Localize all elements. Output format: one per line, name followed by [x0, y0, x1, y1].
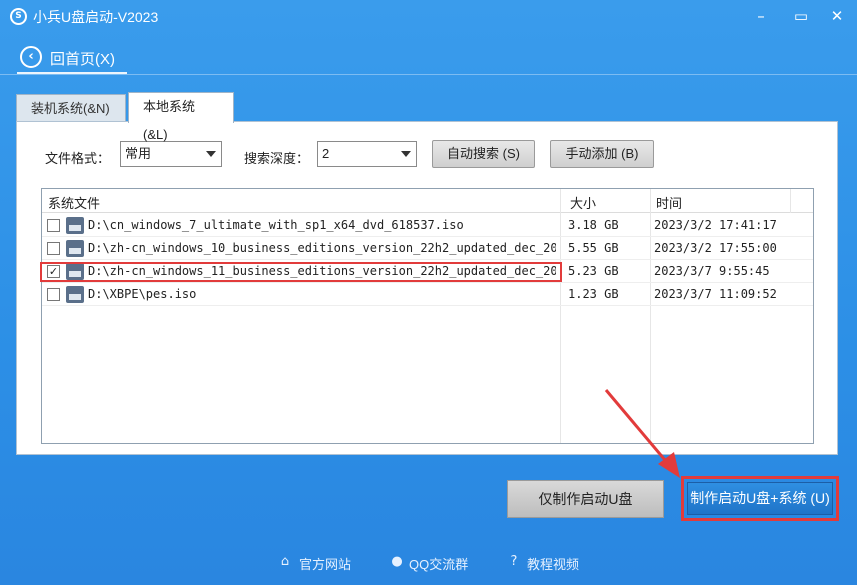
header-divider: [0, 74, 857, 75]
column-header-size[interactable]: 大小: [570, 193, 596, 212]
file-size: 5.55 GB: [568, 241, 619, 255]
file-time: 2023/3/7 11:09:52: [654, 287, 777, 301]
file-size: 3.18 GB: [568, 218, 619, 232]
minimize-button[interactable]: –: [748, 4, 774, 28]
qq-icon: ●: [391, 554, 403, 569]
list-header: 系统文件 大小 时间: [42, 189, 813, 213]
file-size: 5.23 GB: [568, 264, 619, 278]
column-header-time[interactable]: 时间: [656, 193, 682, 212]
annotation-arrow: [604, 389, 680, 478]
file-time: 2023/3/2 17:41:17: [654, 218, 777, 232]
row-checkbox[interactable]: [47, 242, 60, 255]
depth-label: 搜索深度：: [244, 151, 310, 166]
file-path: D:\zh-cn_windows_10_business_editions_ve…: [88, 241, 556, 255]
column-header-file[interactable]: 系统文件: [48, 193, 100, 212]
back-bar: ‹ 回首页(X): [0, 34, 857, 78]
official-site-link[interactable]: 官方网站: [299, 554, 351, 573]
make-boot-usb-only-button[interactable]: 仅制作启动U盘: [507, 480, 664, 518]
tab-install-system[interactable]: 装机系统(&N): [16, 94, 126, 122]
make-button-highlight: 制作启动U盘+系统 (U): [681, 476, 839, 521]
window-title: 小兵U盘启动-V2023: [33, 9, 159, 25]
manual-add-button[interactable]: 手动添加 (B): [550, 140, 654, 168]
column-divider: [790, 189, 791, 213]
depth-select-value: 2: [322, 146, 330, 161]
app-logo-icon: S: [10, 8, 27, 25]
back-home-link[interactable]: 回首页(X): [50, 48, 115, 69]
disk-image-icon: [66, 286, 84, 303]
qq-group-link[interactable]: QQ交流群: [409, 554, 468, 573]
format-select[interactable]: 常用: [120, 141, 222, 167]
chevron-down-icon: [206, 151, 216, 157]
file-path: D:\cn_windows_7_ultimate_with_sp1_x64_dv…: [88, 218, 464, 232]
disk-image-icon: [66, 240, 84, 257]
row-checkbox[interactable]: [47, 288, 60, 301]
tutorial-video-link[interactable]: 教程视频: [527, 554, 579, 573]
disk-image-icon: [66, 217, 84, 234]
local-system-panel: 文件格式： 常用 搜索深度： 2 自动搜索 (S) 手动添加 (B) 系统文件 …: [16, 121, 838, 455]
close-button[interactable]: ✕: [824, 4, 850, 28]
file-size: 1.23 GB: [568, 287, 619, 301]
system-file-list: 系统文件 大小 时间 D:\cn_windows_7_ultimate_with…: [41, 188, 814, 444]
title-bar: S 小兵U盘启动-V2023 – ▭ ✕: [0, 0, 857, 34]
arrow-left-circle-icon[interactable]: ‹: [20, 46, 42, 68]
file-path: D:\XBPE\pes.iso: [88, 287, 197, 301]
restore-button[interactable]: ▭: [788, 4, 814, 28]
selected-row-highlight: [40, 262, 562, 282]
depth-select[interactable]: 2: [317, 141, 417, 167]
format-label: 文件格式：: [45, 151, 111, 166]
make-boot-usb-with-system-button[interactable]: 制作启动U盘+系统 (U): [687, 482, 833, 515]
help-icon: ?: [510, 554, 518, 569]
table-row[interactable]: D:\zh-cn_windows_10_business_editions_ve…: [42, 237, 813, 260]
table-row[interactable]: D:\cn_windows_7_ultimate_with_sp1_x64_dv…: [42, 214, 813, 237]
file-time: 2023/3/2 17:55:00: [654, 241, 777, 255]
chevron-down-icon: [401, 151, 411, 157]
tab-local-system[interactable]: 本地系统(&L): [128, 92, 234, 142]
file-time: 2023/3/7 9:55:45: [654, 264, 770, 278]
home-icon: ⌂: [280, 554, 290, 569]
footer: ⌂ 官方网站 ● QQ交流群 ? 教程视频: [0, 548, 857, 578]
table-row[interactable]: D:\XBPE\pes.iso 1.23 GB 2023/3/7 11:09:5…: [42, 283, 813, 306]
row-checkbox[interactable]: [47, 219, 60, 232]
auto-search-button[interactable]: 自动搜索 (S): [432, 140, 535, 168]
